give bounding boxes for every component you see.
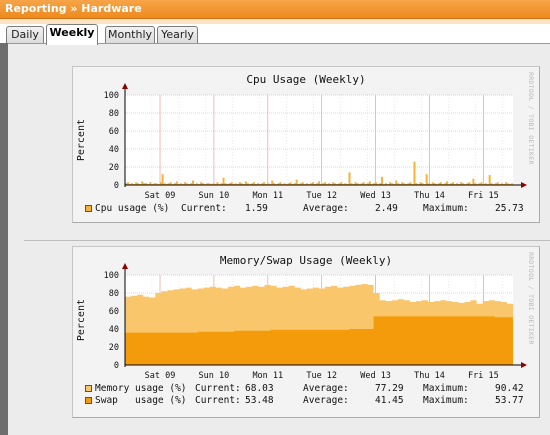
x-tick-label: Tue 12 (306, 191, 337, 201)
x-tick-label: Fri 15 (468, 191, 499, 201)
y-tick-label: 100 (104, 271, 119, 281)
legend-series-name: Swap usage (%) (95, 395, 187, 406)
legend-average-label: Average: (303, 395, 349, 406)
tab-bar: Daily Weekly Monthly Yearly (0, 24, 550, 45)
cpu-legend: Cpu usage (%) Current: 1.59 Average: 2.4… (85, 203, 535, 215)
legend-series-name: Memory usage (%) (95, 383, 187, 394)
legend-current-value: 1.59 (245, 203, 268, 214)
x-tick-label: Sat 09 (145, 191, 176, 201)
reporting-panel: Cpu Usage (Weekly) RRDTOOL / TOBI OETIKE… (8, 43, 550, 435)
window-title-bar: Reporting » Hardware (0, 0, 550, 19)
x-tick-label: Mon 11 (252, 371, 283, 381)
legend-swatch-swap (85, 397, 92, 404)
legend-current-value: 53.48 (245, 395, 274, 406)
breadcrumb: Reporting » Hardware (5, 2, 142, 15)
y-tick-label: 100 (104, 91, 119, 101)
x-tick-label: Wed 13 (360, 191, 391, 201)
legend-average-value: 41.45 (375, 395, 404, 406)
legend-maximum-value: 53.77 (495, 395, 524, 406)
legend-swatch-memory (85, 385, 92, 392)
legend-maximum-label: Maximum: (423, 203, 469, 214)
y-tick-label: 40 (109, 145, 119, 155)
legend-average-value: 77.29 (375, 383, 404, 394)
legend-maximum-label: Maximum: (423, 383, 469, 394)
x-tick-label: Fri 15 (468, 371, 499, 381)
legend-row-swap: Swap usage (%) Current: 53.48 Average: 4… (85, 395, 535, 407)
legend-current-label: Current: (195, 395, 241, 406)
legend-maximum-value: 25.73 (495, 203, 524, 214)
y-tick-label: 60 (109, 127, 119, 137)
y-axis-arrow (122, 83, 128, 89)
legend-average-label: Average: (303, 383, 349, 394)
x-tick-label: Sat 09 (145, 371, 176, 381)
y-tick-label: 60 (109, 307, 119, 317)
x-tick-label: Mon 11 (252, 191, 283, 201)
chart-layer: 0 20 40 60 80 100 Sat 09 Sun 10 Mon 11 Tue 12 Wed … (104, 263, 527, 381)
legend-row-memory: Memory usage (%) Current: 68.03 Average:… (85, 383, 535, 395)
y-tick-label: 0 (114, 361, 119, 371)
legend-maximum-value: 90.42 (495, 383, 524, 394)
legend-current-value: 68.03 (245, 383, 274, 394)
y-axis-arrow (122, 263, 128, 269)
graph-separator (24, 240, 550, 241)
x-tick-label: Wed 13 (360, 371, 391, 381)
y-tick-label: 0 (114, 181, 119, 191)
memory-swap-usage-graph: Memory/Swap Usage (Weekly) RRDTOOL / TOB… (72, 246, 540, 418)
y-tick-label: 20 (109, 343, 119, 353)
tab-weekly[interactable]: Weekly (46, 24, 98, 45)
legend-average-label: Average: (303, 203, 349, 214)
content-area: Cpu Usage (Weekly) RRDTOOL / TOBI OETIKE… (0, 43, 550, 435)
y-tick-label: 40 (109, 325, 119, 335)
cpu-chart-plot: 0 20 40 60 80 100 Sat 09 Sun 10 Mon 11 Tue 12 Wed … (104, 83, 527, 201)
legend-average-value: 2.49 (375, 203, 398, 214)
plot-background (125, 95, 513, 185)
legend-row-cpu: Cpu usage (%) Current: 1.59 Average: 2.4… (85, 203, 535, 215)
chart-layer: 0 20 40 60 80 100 Sat 09 Sun 10 Mon 11 Tue 12 Wed … (104, 83, 527, 201)
legend-swatch-cpu (85, 205, 92, 212)
y-tick-label: 80 (109, 109, 119, 119)
x-tick-label: Tue 12 (306, 371, 337, 381)
x-tick-label: Thu 14 (414, 191, 445, 201)
y-tick-label: 20 (109, 163, 119, 173)
x-axis-arrow (521, 362, 527, 368)
legend-series-name: Cpu usage (%) (95, 203, 170, 214)
legend-current-label: Current: (181, 203, 227, 214)
y-tick-label: 80 (109, 289, 119, 299)
legend-current-label: Current: (195, 383, 241, 394)
legend-maximum-label: Maximum: (423, 395, 469, 406)
x-axis-arrow (521, 182, 527, 188)
x-tick-label: Thu 14 (414, 371, 445, 381)
cpu-usage-graph: Cpu Usage (Weekly) RRDTOOL / TOBI OETIKE… (72, 66, 540, 223)
memory-legend: Memory usage (%) Current: 68.03 Average:… (85, 383, 535, 407)
x-tick-label: Sun 10 (199, 371, 230, 381)
x-tick-label: Sun 10 (199, 191, 230, 201)
